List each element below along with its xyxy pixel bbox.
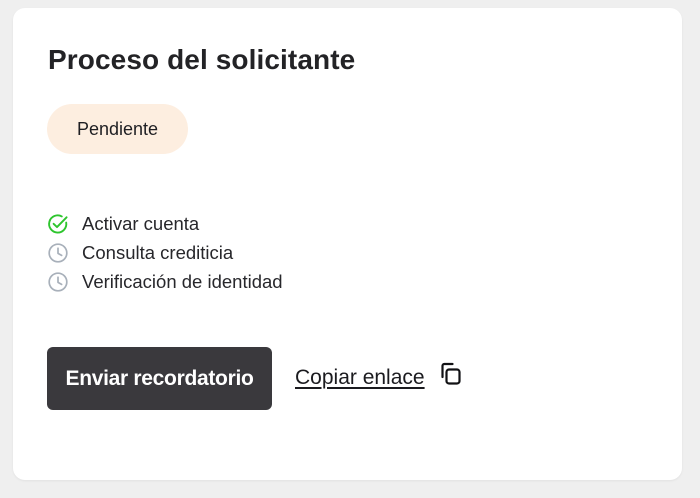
step-identity-verification: Verificación de identidad	[47, 267, 283, 296]
step-label: Consulta crediticia	[82, 241, 234, 263]
status-badge: Pendiente	[47, 104, 188, 154]
step-label: Activar cuenta	[82, 212, 200, 234]
step-credit-check: Consulta crediticia	[47, 238, 283, 267]
clock-icon	[47, 271, 69, 293]
copy-icon[interactable]	[437, 360, 467, 390]
check-circle-icon	[47, 213, 69, 235]
copy-link-label[interactable]: Copiar enlace	[295, 366, 425, 390]
card-title: Proceso del solicitante	[48, 44, 356, 75]
steps-list: Activar cuenta Consulta crediticia Verif…	[47, 209, 283, 296]
clock-icon	[47, 242, 69, 264]
applicant-process-card: Proceso del solicitante Pendiente Activa…	[13, 8, 682, 480]
copy-link-button[interactable]: Copiar enlace	[295, 362, 467, 390]
status-badge-label: Pendiente	[76, 118, 159, 139]
send-reminder-button[interactable]: Enviar recordatorio	[47, 347, 272, 410]
step-label: Verificación de identidad	[82, 270, 283, 292]
step-activate-account: Activar cuenta	[47, 209, 283, 238]
